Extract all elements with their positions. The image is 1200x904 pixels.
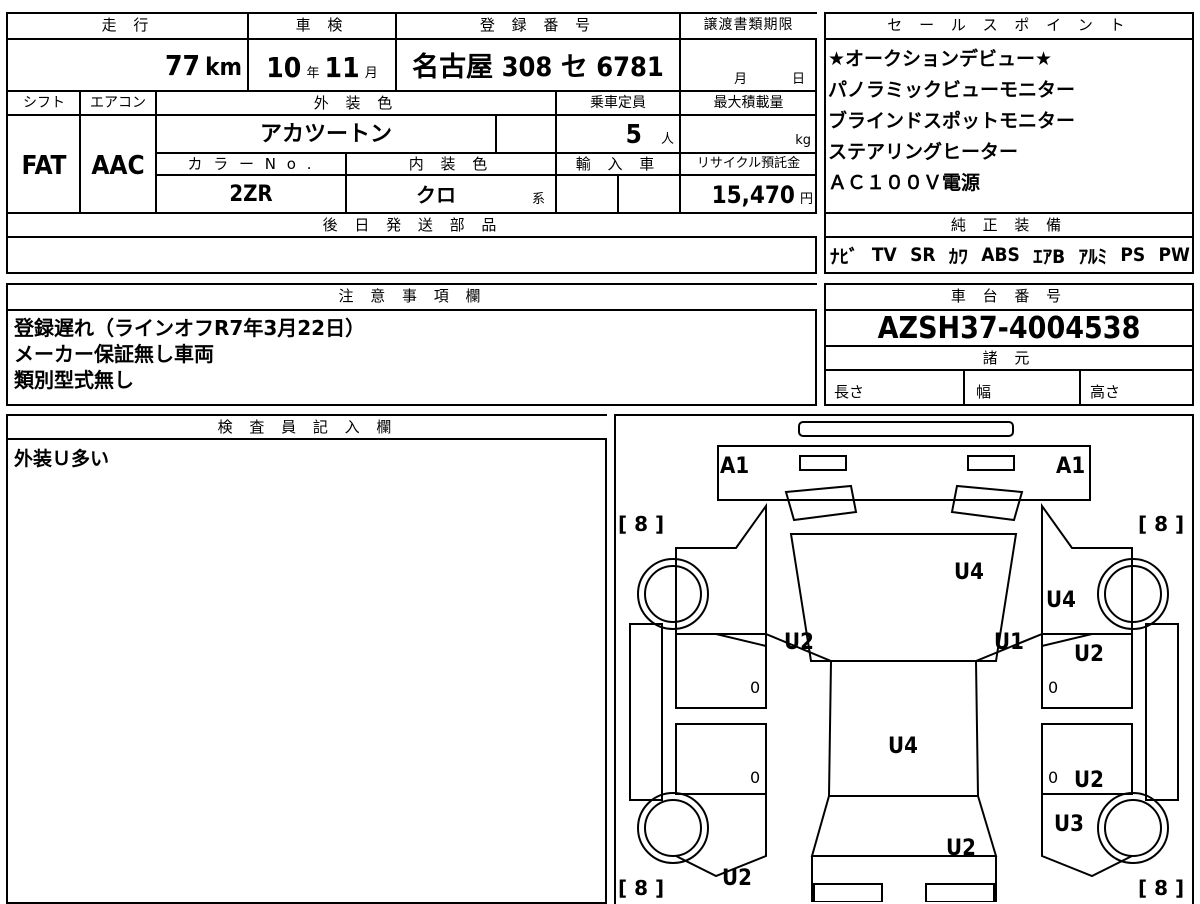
equipment-list: ﾅﾋﾞ TV SR ｶﾜ ABS ｴｱB ｱﾙﾐ PS PW [830,238,1190,272]
equipment-item: ｴｱB [1033,245,1066,268]
mark-rear-left-bumper: U2 [722,866,752,891]
inspector-header: 検 査 員 記 入 欄 [8,416,607,438]
notes-content: 登録遅れ（ラインオフR7年3月22日） メーカー保証無し車両 類別型式無し [14,315,810,393]
mark-a1-left: A1 [720,454,750,479]
registration-header: 登 録 番 号 [396,14,680,38]
mark-door-rr-zero: 0 [1048,768,1059,787]
registration-value: 名古屋 308 セ 6781 [412,52,664,83]
mark-pillar-left: U2 [784,630,814,655]
mark-tire-fl: [ 8 ] [618,512,665,536]
height-label: 高さ [1090,383,1121,401]
max-load-unit: kg [795,133,811,148]
deadline-day-unit: 日 [792,72,806,87]
color-no-header: カ ラ ー N o . [156,154,346,174]
deadline-header: 譲渡書類期限 [680,14,817,38]
equipment-item: SR [910,244,936,266]
sales-point-item: ステアリングヒーター [828,141,1019,163]
sales-point-item: パノラミックビューモニター [828,79,1076,101]
length-label: 長さ [834,383,865,401]
car-diagram [629,421,1179,902]
mark-tire-rl: [ 8 ] [618,876,665,900]
mark-tire-fr: [ 8 ] [1138,512,1185,536]
mark-pillar-right: U1 [994,630,1024,655]
exterior-color-value: アカツートン [259,122,392,147]
equipment-item: PS [1120,244,1146,266]
recycle-value-cell: 15,470 円 [680,176,817,212]
car-diagram-box: A1 A1 [ 8 ] [ 8 ] [ 8 ] [ 8 ] U4 U4 U2 U… [614,414,1194,904]
mark-hood: U4 [954,560,984,585]
equipment-item: ﾅﾋﾞ [830,245,859,268]
shift-header: シフト [23,95,65,111]
later-parts-header: 後 日 発 送 部 品 [8,214,817,236]
note-line: 登録遅れ（ラインオフR7年3月22日） [14,316,366,340]
import-header: 輸 入 車 [556,154,680,174]
interior-color-unit: 系 [532,192,546,207]
notes-box: 注 意 事 項 欄 登録遅れ（ラインオフR7年3月22日） メーカー保証無し車両… [6,283,817,406]
equipment-item: ｱﾙﾐ [1078,245,1108,268]
inspector-comment: 外装Ｕ多い [14,448,110,470]
interior-color-value: クロ [416,183,456,207]
color-no-value: 2ZR [229,182,273,207]
inspection-value-cell: 10 年 11 月 [248,40,396,90]
max-load-header: 最大積載量 [713,95,784,111]
shift-value: FAT [21,151,67,181]
mark-rear-right-door: U2 [1074,768,1104,793]
mark-door-rl-zero: 0 [750,768,761,787]
equipment-header: 純 正 装 備 [826,214,1192,236]
mileage-header: 走 行 [8,14,248,38]
sales-points-header: セ ー ル ス ポ イ ン ト [826,14,1192,38]
deadline-value-cell: 月 日 [680,40,817,90]
sales-points-list: ★オークションデビュー★ パノラミックビューモニター ブラインドスポットモニター… [828,44,1190,199]
inspection-month-unit: 月 [364,66,378,81]
equipment-item: ｶﾜ [948,245,968,268]
inspector-box: 検 査 員 記 入 欄 外装Ｕ多い [6,414,607,904]
ac-header: エアコン [90,95,146,111]
equipment-item: TV [871,244,897,266]
recycle-header: リサイクル預託金 [696,156,801,171]
mark-front-right-fender: U4 [1046,588,1076,613]
equipment-item: PW [1158,244,1190,266]
note-line: 類別型式無し [14,368,134,392]
spec-header: 諸 元 [826,347,1192,369]
mileage-unit: km [205,53,242,81]
sales-point-item: ＡＣ１００Ｖ電源 [828,172,981,194]
mileage-value: 77 [164,49,201,82]
chassis-number: AZSH37-4004538 [877,311,1141,346]
sales-point-item: ブラインドスポットモニター [828,110,1076,132]
ac-value: AAC [91,151,145,181]
mark-front-right-door: U2 [1074,642,1104,667]
inspection-year-unit: 年 [306,66,320,81]
inspection-year: 10 [266,51,302,84]
equipment-item: ABS [981,244,1020,266]
mark-rear-right-fender: U3 [1054,812,1084,837]
capacity-header: 乗車定員 [590,95,646,111]
capacity-value-cell: 5 人 [556,116,680,152]
mark-a1-right: A1 [1056,454,1086,479]
recycle-unit: 円 [799,192,813,207]
exterior-color-header: 外 装 色 [156,92,556,114]
notes-header: 注 意 事 項 欄 [8,285,817,309]
interior-color-header: 内 装 色 [346,154,556,174]
mark-trunk: U2 [946,836,976,861]
sales-points-box: セ ー ル ス ポ イ ン ト ★オークションデビュー★ パノラミックビューモニ… [824,12,1194,274]
note-line: メーカー保証無し車両 [14,342,214,366]
deadline-month-unit: 月 [734,72,748,87]
chassis-box: 車 台 番 号 AZSH37-4004538 諸 元 長さ 幅 高さ [824,283,1194,406]
recycle-value: 15,470 [711,181,795,209]
vehicle-info-table: 走 行 車 検 登 録 番 号 譲渡書類期限 77 km 10 年 11 月 名… [6,12,817,274]
mark-roof: U4 [888,734,918,759]
capacity-unit: 人 [660,132,674,147]
sales-point-item: ★オークションデビュー★ [828,48,1053,70]
mark-door-fr-zero: 0 [1048,678,1059,697]
chassis-header: 車 台 番 号 [826,285,1192,309]
capacity-value: 5 [625,120,642,150]
inspection-header: 車 検 [248,14,396,38]
width-label: 幅 [976,383,992,401]
inspection-month: 11 [324,51,360,84]
mark-door-fl-zero: 0 [750,678,761,697]
mileage-value-cell: 77 km [8,40,248,90]
mark-tire-rr: [ 8 ] [1138,876,1185,900]
